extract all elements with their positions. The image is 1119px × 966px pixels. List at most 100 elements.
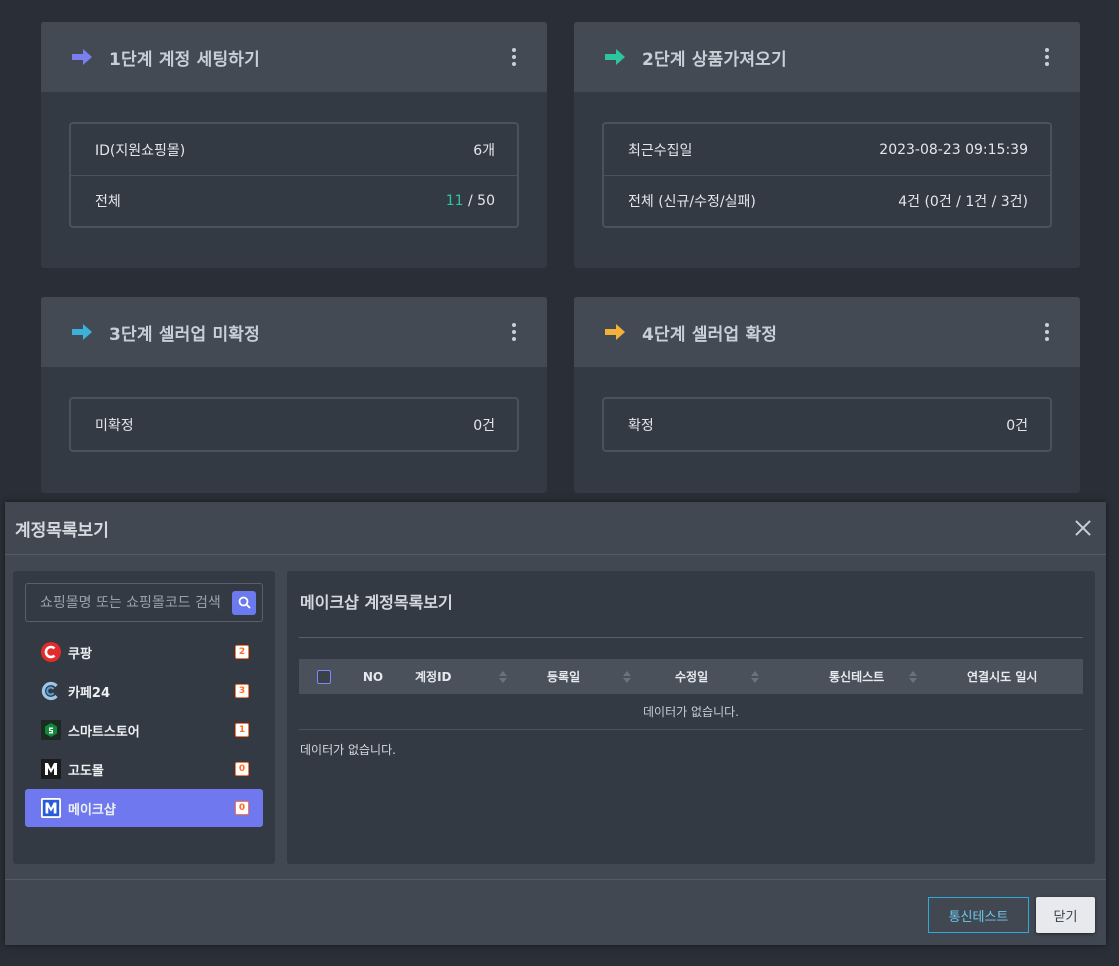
step2-card-header: 2단계 상품가져오기 [574, 22, 1080, 92]
more-options-icon[interactable] [507, 46, 521, 68]
mall-item-smartstore[interactable]: 스마트스토어 1 [25, 711, 263, 749]
no-data-message: 데이터가 없습니다. [300, 743, 396, 757]
info-value: 2023-08-23 09:15:39 [879, 141, 1028, 158]
column-registered-date[interactable]: 등록일 [517, 659, 641, 694]
arrow-right-icon [605, 324, 625, 340]
grid-header-checkbox-cell [299, 659, 349, 694]
coupang-logo-icon [41, 642, 61, 662]
info-label: 미확정 [95, 417, 134, 434]
step4-title: 4단계 셀러업 확정 [642, 324, 778, 345]
column-connection-test[interactable]: 통신테스트 [769, 659, 927, 694]
modal-footer: 통신테스트 닫기 [5, 879, 1106, 945]
close-button[interactable]: 닫기 [1036, 897, 1095, 933]
step1-card: 1단계 계정 세팅하기 ID(지원쇼핑몰) 6개 전체 11 / 50 [41, 22, 547, 268]
godomall-logo-icon [41, 759, 61, 779]
panel-title: 메이크샵 계정목록보기 [300, 593, 453, 612]
step1-card-header: 1단계 계정 세팅하기 [41, 22, 547, 92]
connection-test-button[interactable]: 통신테스트 [928, 897, 1029, 933]
mall-name: 스마트스토어 [68, 724, 140, 740]
modal-title: 계정목록보기 [15, 520, 109, 541]
column-modified-date[interactable]: 수정일 [641, 659, 769, 694]
step3-title: 3단계 셀러업 미확정 [109, 324, 260, 345]
account-list-modal: 계정목록보기 쿠팡 2 카페24 3 [5, 502, 1106, 945]
mall-list-panel: 쿠팡 2 카페24 3 스마트스토어 1 고도 [13, 571, 275, 864]
account-count-badge: 3 [235, 684, 249, 698]
mall-item-cafe24[interactable]: 카페24 3 [25, 672, 263, 710]
info-value: 11 / 50 [446, 193, 495, 209]
info-value: 4건 (0건 / 1건 / 3건) [898, 194, 1028, 210]
column-label: 통신테스트 [829, 670, 885, 684]
column-connection-attempt-time: 연결시도 일시 [927, 659, 1083, 694]
account-count-badge: 0 [235, 762, 249, 776]
account-count-badge: 1 [235, 723, 249, 737]
info-label: 전체 [95, 194, 121, 210]
step3-card: 3단계 셀러업 미확정 미확정 0건 [41, 297, 547, 493]
info-row: 전체 11 / 50 [71, 175, 517, 226]
arrow-right-icon [72, 49, 92, 65]
step4-card: 4단계 셀러업 확정 확정 0건 [574, 297, 1080, 493]
mall-item-godomall[interactable]: 고도몰 0 [25, 750, 263, 788]
step4-card-header: 4단계 셀러업 확정 [574, 297, 1080, 367]
mall-item-makeshop[interactable]: 메이크샵 0 [25, 789, 263, 827]
info-row: 최근수집일 2023-08-23 09:15:39 [604, 124, 1050, 175]
account-list-panel: 메이크샵 계정목록보기 NO 계정ID 등록일 수정일 통신테스트 연결시도 일… [287, 571, 1095, 864]
search-button[interactable] [232, 590, 256, 615]
smartstore-logo-icon [41, 720, 61, 740]
sort-icon [499, 670, 507, 683]
mall-name: 카페24 [68, 685, 111, 701]
more-options-icon[interactable] [507, 321, 521, 343]
step2-card: 2단계 상품가져오기 최근수집일 2023-08-23 09:15:39 전체 … [574, 22, 1080, 268]
total-count: / 50 [463, 193, 495, 209]
column-account-id[interactable]: 계정ID [397, 659, 517, 694]
info-row: 전체 (신규/수정/실패) 4건 (0건 / 1건 / 3건) [604, 175, 1050, 226]
mall-name: 쿠팡 [68, 646, 92, 662]
more-options-icon[interactable] [1040, 46, 1054, 68]
cafe24-logo-icon [41, 681, 61, 701]
mall-item-coupang[interactable]: 쿠팡 2 [25, 633, 263, 671]
mall-list: 쿠팡 2 카페24 3 스마트스토어 1 고도몰 0 메이크샵 0 [25, 633, 263, 828]
grid-empty-row: 데이터가 없습니다. [299, 694, 1083, 730]
arrow-right-icon [72, 324, 92, 340]
info-row: 미확정 0건 [71, 399, 517, 450]
sort-icon [751, 670, 759, 683]
column-label: 수정일 [675, 670, 709, 684]
info-row: ID(지원쇼핑몰) 6개 [71, 124, 517, 175]
info-row: 확정 0건 [604, 399, 1050, 450]
sort-icon [623, 670, 631, 683]
info-label: 전체 (신규/수정/실패) [628, 194, 756, 210]
step4-info-box: 확정 0건 [602, 397, 1052, 452]
info-value: 6개 [473, 142, 495, 159]
sort-icon [909, 670, 917, 683]
search-icon [238, 596, 251, 609]
info-value: 0건 [473, 417, 495, 434]
column-label: 계정ID [415, 670, 452, 684]
info-label: 최근수집일 [628, 142, 693, 159]
info-value: 0건 [1006, 417, 1028, 434]
more-options-icon[interactable] [1040, 321, 1054, 343]
account-count-badge: 2 [235, 645, 249, 659]
modal-header: 계정목록보기 [5, 502, 1106, 555]
divider [299, 637, 1083, 638]
step1-info-box: ID(지원쇼핑몰) 6개 전체 11 / 50 [69, 122, 519, 228]
arrow-right-icon [605, 49, 625, 65]
info-label: ID(지원쇼핑몰) [95, 142, 186, 159]
mall-name: 메이크샵 [68, 802, 116, 818]
column-label: 연결시도 일시 [967, 670, 1038, 684]
mall-name: 고도몰 [68, 763, 104, 779]
step3-card-header: 3단계 셀러업 미확정 [41, 297, 547, 367]
step3-info-box: 미확정 0건 [69, 397, 519, 452]
column-label: 등록일 [547, 670, 581, 684]
column-label: NO [362, 669, 384, 684]
registered-count: 11 [445, 193, 464, 209]
step2-info-box: 최근수집일 2023-08-23 09:15:39 전체 (신규/수정/실패) … [602, 122, 1052, 228]
account-count-badge: 0 [235, 801, 249, 815]
search-input[interactable] [40, 594, 232, 611]
info-label: 확정 [628, 417, 654, 434]
close-icon[interactable] [1074, 519, 1092, 537]
select-all-checkbox[interactable] [317, 669, 331, 684]
search-box [25, 583, 263, 622]
grid-header: NO 계정ID 등록일 수정일 통신테스트 연결시도 일시 [299, 659, 1083, 694]
step2-title: 2단계 상품가져오기 [642, 49, 787, 70]
column-no: NO [349, 659, 397, 694]
step1-title: 1단계 계정 세팅하기 [109, 49, 260, 70]
